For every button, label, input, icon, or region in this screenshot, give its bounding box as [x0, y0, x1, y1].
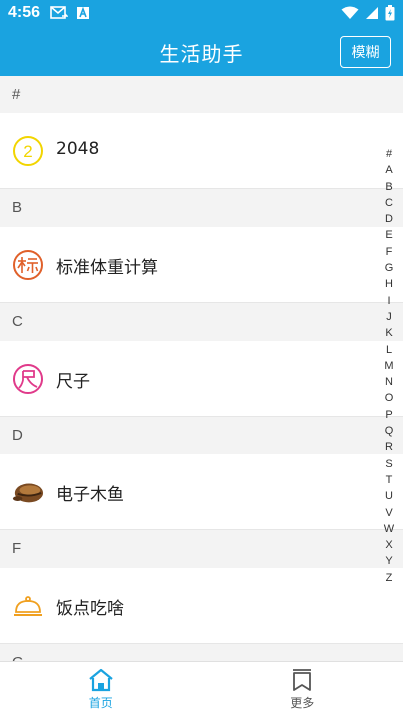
list-item-label: 尺子 — [56, 372, 90, 392]
section-header: # — [0, 76, 403, 113]
alphabet-index-letter[interactable]: # — [386, 146, 392, 162]
list-item-label: 标准体重计算 — [56, 258, 158, 278]
chi-char-icon — [13, 364, 43, 394]
list-item-label: 2048 — [56, 139, 100, 159]
alphabet-index-letter[interactable]: A — [385, 162, 392, 178]
tool-list: # 2 2048 B 标准体重计算 C 尺子 D 电子木鱼 F 饭点吃啥 — [0, 76, 403, 661]
bottom-nav: 首页 更多 — [0, 661, 403, 718]
number-2-icon: 2 — [13, 136, 43, 166]
section-header: C — [0, 303, 403, 340]
alphabet-index-letter[interactable]: J — [386, 309, 392, 325]
alphabet-index-letter[interactable]: K — [385, 325, 392, 341]
battery-charging-icon — [385, 5, 395, 21]
alphabet-index-letter[interactable]: M — [384, 358, 393, 374]
blur-button[interactable]: 模糊 — [340, 36, 391, 68]
alphabet-index-letter[interactable]: B — [385, 179, 392, 195]
signal-icon — [366, 7, 378, 19]
alphabet-index-letter[interactable]: Y — [385, 553, 392, 569]
status-bar: 4:56 — [0, 0, 403, 28]
list-item[interactable]: 饭点吃啥 — [0, 568, 403, 644]
list-item[interactable]: 电子木鱼 — [0, 454, 403, 530]
section-header: F — [0, 530, 403, 567]
list-item-label: 电子木鱼 — [56, 485, 124, 505]
tab-more-label: 更多 — [290, 696, 315, 710]
biao-char-icon — [13, 250, 43, 280]
alphabet-index-letter[interactable]: H — [385, 276, 393, 292]
svg-text:2: 2 — [23, 142, 32, 161]
alphabet-index-letter[interactable]: V — [385, 505, 392, 521]
list-item[interactable]: 尺子 — [0, 341, 403, 417]
list-item[interactable]: 2 2048 — [0, 113, 403, 189]
list-item-label: 饭点吃啥 — [56, 599, 124, 619]
section-header: B — [0, 189, 403, 226]
list-item[interactable]: 标准体重计算 — [0, 227, 403, 303]
alphabet-index-letter[interactable]: O — [385, 390, 394, 406]
food-cloche-icon — [14, 596, 42, 616]
wooden-fish-icon — [12, 483, 44, 503]
home-icon — [89, 668, 113, 692]
alphabet-index-letter[interactable]: T — [386, 472, 393, 488]
tab-home[interactable]: 首页 — [0, 662, 202, 718]
tab-home-label: 首页 — [88, 696, 113, 710]
tab-more[interactable]: 更多 — [202, 662, 403, 718]
status-left-icons — [50, 6, 90, 20]
mail-notification-icon — [50, 6, 68, 19]
alphabet-index-letter[interactable]: N — [385, 374, 393, 390]
alphabet-index-letter[interactable]: G — [385, 260, 394, 276]
a-notification-icon — [77, 6, 89, 19]
alphabet-index-letter[interactable]: Z — [386, 570, 393, 586]
alphabet-index-letter[interactable]: X — [385, 537, 392, 553]
alphabet-index-letter[interactable]: D — [385, 211, 393, 227]
alphabet-index-letter[interactable]: Q — [385, 423, 394, 439]
alphabet-index-letter[interactable]: C — [385, 195, 393, 211]
alphabet-index-letter[interactable]: U — [385, 488, 393, 504]
alphabet-index-letter[interactable]: P — [385, 407, 392, 423]
alphabet-index-letter[interactable]: E — [385, 227, 392, 243]
alphabet-index-letter[interactable]: R — [385, 439, 393, 455]
alphabet-index-letter[interactable]: L — [386, 342, 392, 358]
alphabet-index-letter[interactable]: F — [386, 244, 393, 260]
alphabet-index-letter[interactable]: W — [384, 521, 394, 537]
status-time: 4:56 — [8, 4, 41, 21]
status-right-icons — [341, 5, 395, 21]
alphabet-index-letter[interactable]: S — [385, 456, 392, 472]
alphabet-index-letter[interactable]: I — [387, 293, 390, 309]
app-bar: 生活助手 模糊 — [0, 28, 403, 76]
section-header: G — [0, 644, 403, 661]
section-header: D — [0, 417, 403, 454]
bookmark-icon — [293, 669, 312, 691]
wifi-icon — [341, 6, 359, 19]
alphabet-index[interactable]: # A B C D E F G H I J K L M N O P Q R S T U V W X Y Z — [383, 146, 395, 586]
